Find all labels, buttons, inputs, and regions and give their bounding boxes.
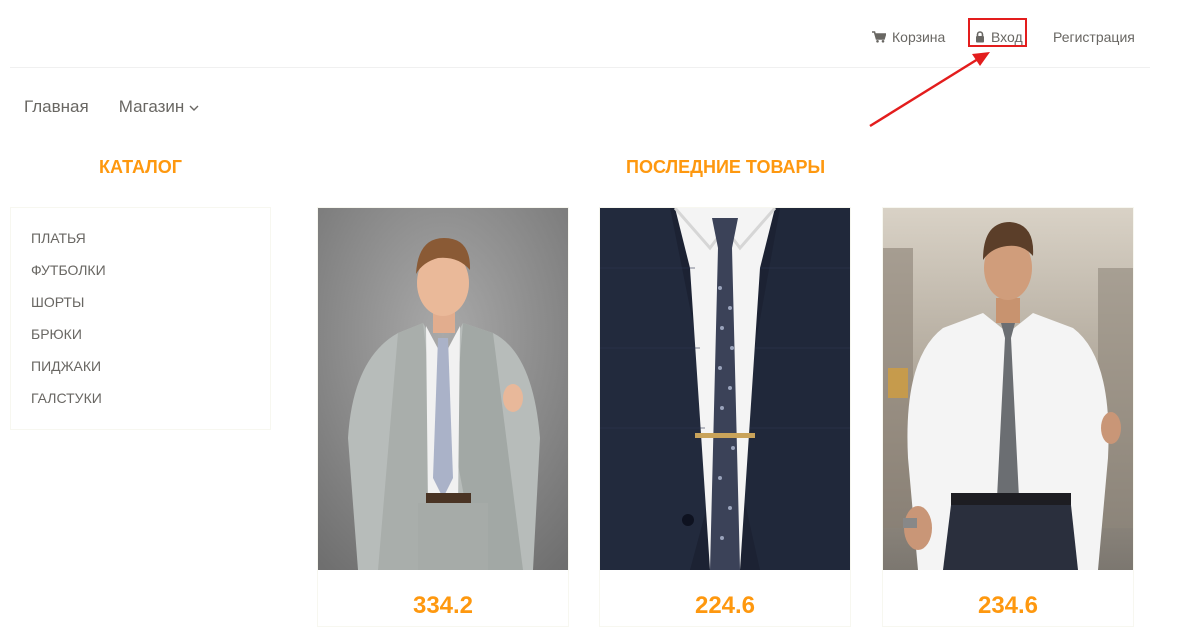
- cart-icon: [872, 31, 886, 43]
- product-card[interactable]: 234.6: [882, 207, 1134, 627]
- product-card[interactable]: 224.6: [599, 207, 851, 627]
- nav-home[interactable]: Главная: [24, 97, 89, 117]
- product-image[interactable]: [318, 208, 568, 570]
- latest-products-title: ПОСЛЕДНИЕ ТОВАРЫ: [626, 157, 826, 177]
- category-item[interactable]: ШОРТЫ: [11, 293, 270, 325]
- catalog-panel: ПЛАТЬЯ ФУТБОЛКИ ШОРТЫ БРЮКИ ПИДЖАКИ ГАЛС…: [10, 207, 271, 430]
- catalog-title: КАТАЛОГ: [99, 157, 183, 177]
- product-price: 334.2: [412, 592, 474, 619]
- category-item[interactable]: ФУТБОЛКИ: [11, 261, 270, 293]
- login-label: Вход: [991, 29, 1023, 45]
- nav-shop[interactable]: Магазин: [119, 97, 200, 117]
- nav-home-label: Главная: [24, 97, 89, 116]
- product-price: 224.6: [694, 592, 756, 619]
- nav-shop-label: Магазин: [118, 97, 185, 116]
- cart-label: Корзина: [892, 29, 946, 45]
- main-nav: Главная Магазин: [24, 97, 199, 117]
- lock-icon: [975, 31, 985, 43]
- chevron-down-icon: [189, 97, 199, 117]
- category-item[interactable]: БРЮКИ: [11, 325, 270, 357]
- category-item[interactable]: ПЛАТЬЯ: [11, 229, 270, 261]
- product-image[interactable]: [883, 208, 1133, 570]
- category-item[interactable]: ПИДЖАКИ: [11, 357, 270, 389]
- product-price: 234.6: [977, 592, 1039, 619]
- product-image[interactable]: [600, 208, 850, 570]
- category-item[interactable]: ГАЛСТУКИ: [11, 389, 270, 421]
- cart-link[interactable]: Корзина: [872, 29, 945, 45]
- login-link[interactable]: Вход: [975, 29, 1023, 45]
- product-card[interactable]: 334.2: [317, 207, 569, 627]
- register-label: Регистрация: [1053, 29, 1135, 45]
- register-link[interactable]: Регистрация: [1053, 29, 1135, 45]
